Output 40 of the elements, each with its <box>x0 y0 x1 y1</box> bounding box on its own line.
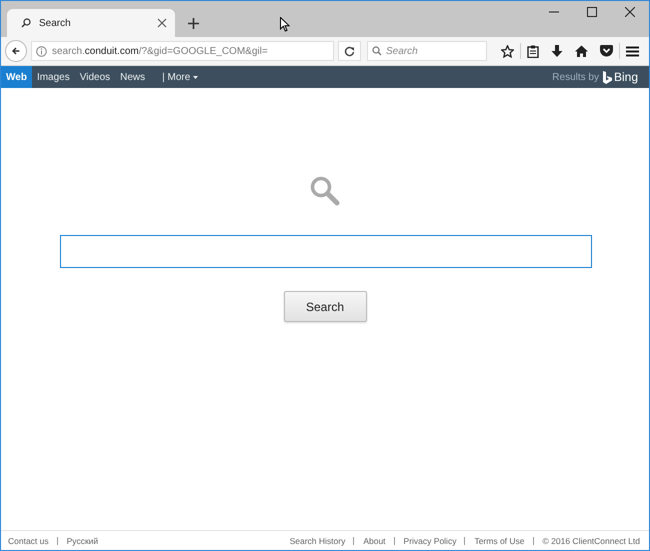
close-icon[interactable] <box>157 18 167 28</box>
nav-link[interactable]: Images <box>32 66 75 88</box>
search-input[interactable] <box>60 235 592 268</box>
search-button[interactable]: Search <box>284 291 366 322</box>
home-icon[interactable] <box>575 45 588 57</box>
reload-icon <box>344 46 356 56</box>
close-icon[interactable] <box>625 7 635 17</box>
caret-icon <box>193 76 198 78</box>
search-icon <box>310 176 340 206</box>
search-field[interactable]: Search <box>367 41 487 61</box>
info-icon <box>36 46 47 56</box>
menu-icon[interactable] <box>626 46 639 56</box>
back-button[interactable] <box>5 40 27 62</box>
reload-button[interactable] <box>338 41 361 61</box>
more-dropdown[interactable]: | More <box>157 66 204 88</box>
footer-link[interactable]: About <box>353 536 386 544</box>
plus-icon[interactable] <box>188 18 198 28</box>
results-by-label: Results by <box>552 72 599 82</box>
star-icon[interactable] <box>501 44 514 58</box>
nav-link[interactable]: Videos <box>74 66 116 88</box>
search-icon <box>21 18 31 28</box>
download-icon[interactable] <box>551 44 563 58</box>
nav-link[interactable]: Web <box>1 66 32 88</box>
browser-tab[interactable]: Search <box>7 9 175 37</box>
cursor-icon <box>280 17 290 32</box>
footer-link[interactable]: Search History <box>290 536 346 546</box>
copyright-text: © 2016 ClientConnect Ltd <box>532 536 640 544</box>
clipboard-icon[interactable] <box>527 44 539 58</box>
footer-link[interactable]: Contact us <box>8 536 49 546</box>
maximize-icon[interactable] <box>587 7 597 17</box>
bing-logo-icon <box>602 70 612 84</box>
address-bar[interactable]: search.conduit.com/?&gid=GOOGLE_COM&gil= <box>31 41 334 61</box>
pocket-icon[interactable] <box>600 45 613 57</box>
bing-brand-name: Bing <box>614 70 638 84</box>
nav-link[interactable]: News <box>115 66 150 88</box>
footer-link[interactable]: Privacy Policy <box>394 536 456 544</box>
footer-link[interactable]: Terms of Use <box>464 536 525 544</box>
back-arrow-icon <box>12 45 20 57</box>
search-icon <box>372 46 382 56</box>
footer-link[interactable]: Русский <box>56 536 98 544</box>
